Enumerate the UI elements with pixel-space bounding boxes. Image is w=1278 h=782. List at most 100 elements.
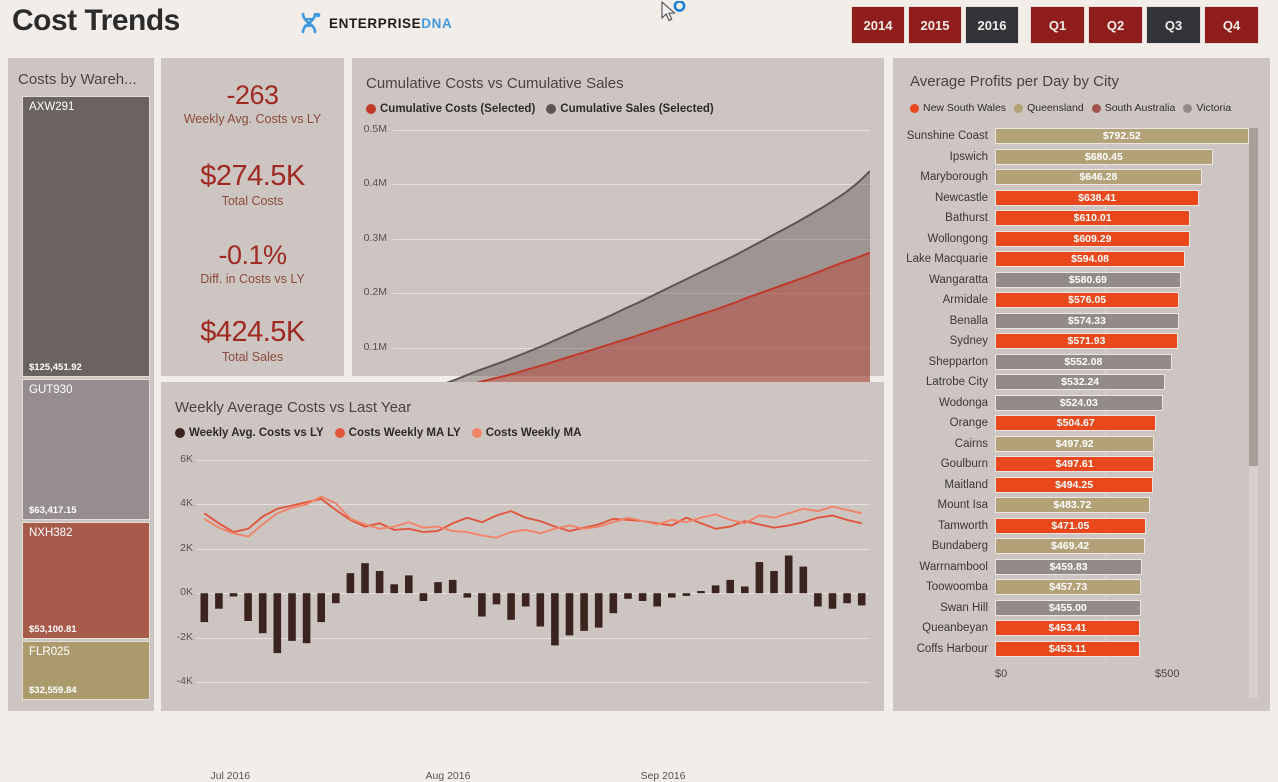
year-option-2014[interactable]: 2014 — [851, 6, 905, 44]
legend-item[interactable]: Costs Weekly MA — [471, 427, 581, 439]
quarter-slicer[interactable]: Q1 Q2 Q3 Q4 — [1030, 6, 1259, 44]
treemap-tile-value: $32,559.84 — [29, 684, 77, 696]
city-bar-row[interactable]: Maryborough $646.28 — [905, 167, 1251, 188]
city-bar-row[interactable]: Queanbeyan $453.41 — [905, 618, 1251, 639]
city-name: Warrnambool — [919, 560, 988, 573]
scrollbar-thumb[interactable] — [1249, 128, 1258, 466]
year-option-2015[interactable]: 2015 — [908, 6, 962, 44]
city-bar-row[interactable]: Bathurst $610.01 — [905, 208, 1251, 229]
city-bar[interactable]: $571.93 — [995, 333, 1179, 350]
weekly-chart-legend[interactable]: Weekly Avg. Costs vs LY Costs Weekly MA L… — [175, 427, 581, 439]
city-bar[interactable]: $497.61 — [995, 456, 1155, 473]
city-bar[interactable]: $457.73 — [995, 579, 1142, 596]
treemap-tile[interactable]: FLR025 $32,559.84 — [22, 641, 150, 700]
city-bar-row[interactable]: Latrobe City $532.24 — [905, 372, 1251, 393]
city-bar-row[interactable]: Cairns $497.92 — [905, 434, 1251, 455]
city-bar-row[interactable]: Lake Macquarie $594.08 — [905, 249, 1251, 270]
city-bar[interactable]: $646.28 — [995, 169, 1202, 186]
city-bar-row[interactable]: Wodonga $524.03 — [905, 393, 1251, 414]
legend-item[interactable]: Costs Weekly MA LY — [334, 427, 461, 439]
city-chart-scrollbar[interactable] — [1249, 128, 1258, 698]
city-bar[interactable]: $532.24 — [995, 374, 1166, 391]
legend-item[interactable]: New South Wales — [910, 102, 1006, 114]
treemap-chart[interactable]: AXW291 $125,451.92 GUT930 $63,417.15 NXH382 $… — [22, 96, 150, 700]
legend-label: Victoria — [1196, 102, 1232, 114]
treemap-tile[interactable]: NXH382 $53,100.81 — [22, 521, 150, 640]
city-bar-row[interactable]: Wollongong $609.29 — [905, 229, 1251, 250]
cumulative-chart-legend[interactable]: Cumulative Costs (Selected) Cumulative Sa… — [366, 103, 714, 115]
city-bar-row[interactable]: Swan Hill $455.00 — [905, 598, 1251, 619]
city-bar-row[interactable]: Goulburn $497.61 — [905, 454, 1251, 475]
legend-item[interactable]: Victoria — [1183, 102, 1231, 114]
quarter-option-Q4[interactable]: Q4 — [1204, 6, 1259, 44]
city-bar[interactable]: $471.05 — [995, 517, 1146, 534]
city-bar[interactable]: $574.33 — [995, 312, 1179, 329]
city-bar[interactable]: $594.08 — [995, 251, 1186, 268]
city-bar[interactable]: $504.67 — [995, 415, 1157, 432]
treemap-tile[interactable]: GUT930 $63,417.15 — [22, 379, 150, 520]
city-bar[interactable]: $455.00 — [995, 599, 1141, 616]
legend-item[interactable]: Cumulative Costs (Selected) — [366, 103, 535, 115]
city-bar[interactable]: $792.52 — [995, 128, 1249, 145]
city-bar-value: $792.52 — [1102, 130, 1141, 143]
city-bar-row[interactable]: Armidale $576.05 — [905, 290, 1251, 311]
treemap-tile[interactable]: AXW291 $125,451.92 — [22, 96, 150, 378]
treemap-tile-value: $53,100.81 — [29, 624, 77, 636]
legend-item[interactable]: South Australia — [1091, 102, 1175, 114]
city-bar-track: $457.73 — [995, 579, 1251, 596]
city-bar-row[interactable]: Orange $504.67 — [905, 413, 1251, 434]
city-bar[interactable]: $494.25 — [995, 476, 1154, 493]
city-bar-value: $580.69 — [1068, 273, 1107, 286]
year-option-2016[interactable]: 2016 — [965, 6, 1019, 44]
city-bar-track: $638.41 — [995, 189, 1251, 206]
treemap-title: Costs by Wareh... — [18, 71, 137, 88]
city-name: Mount Isa — [937, 499, 989, 512]
city-bar[interactable]: $469.42 — [995, 538, 1146, 555]
quarter-option-Q2[interactable]: Q2 — [1088, 6, 1143, 44]
city-name: Benalla — [949, 314, 988, 327]
city-bar[interactable]: $552.08 — [995, 353, 1172, 370]
legend-item[interactable]: Weekly Avg. Costs vs LY — [175, 427, 324, 439]
city-bar-row[interactable]: Warrnambool $459.83 — [905, 557, 1251, 578]
city-bar-row[interactable]: Sunshine Coast $792.52 — [905, 126, 1251, 147]
city-bar-row[interactable]: Toowoomba $457.73 — [905, 577, 1251, 598]
year-slicer[interactable]: 2014 2015 2016 — [851, 6, 1019, 44]
city-bar-row[interactable]: Coffs Harbour $453.11 — [905, 639, 1251, 660]
city-bar[interactable]: $453.11 — [995, 640, 1140, 657]
legend-color-dot — [334, 428, 345, 438]
city-bar[interactable]: $576.05 — [995, 292, 1180, 309]
city-bar-row[interactable]: Shepparton $552.08 — [905, 352, 1251, 373]
page-title: Cost Trends — [12, 4, 180, 37]
city-bar[interactable]: $638.41 — [995, 189, 1200, 206]
city-bar-row[interactable]: Maitland $494.25 — [905, 475, 1251, 496]
legend-item[interactable]: Queensland — [1014, 102, 1084, 114]
city-name: Ipswich — [949, 150, 988, 163]
city-chart-legend[interactable]: New South Wales Queensland South Australia… — [910, 102, 1231, 114]
city-bar[interactable]: $680.45 — [995, 148, 1213, 165]
city-bar[interactable]: $483.72 — [995, 497, 1150, 514]
city-bar-row[interactable]: Benalla $574.33 — [905, 311, 1251, 332]
city-bar[interactable]: $610.01 — [995, 210, 1191, 227]
city-bar-row[interactable]: Mount Isa $483.72 — [905, 495, 1251, 516]
city-bar-row[interactable]: Sydney $571.93 — [905, 331, 1251, 352]
city-bar-row[interactable]: Ipswich $680.45 — [905, 147, 1251, 168]
city-name: Queanbeyan — [922, 622, 988, 635]
city-bar[interactable]: $459.83 — [995, 558, 1143, 575]
city-name: Swan Hill — [940, 601, 988, 614]
city-bar-row[interactable]: Tamworth $471.05 — [905, 516, 1251, 537]
city-bar-row[interactable]: Newcastle $638.41 — [905, 188, 1251, 209]
city-name: Orange — [949, 417, 988, 430]
legend-item[interactable]: Cumulative Sales (Selected) — [546, 103, 714, 115]
quarter-option-Q3[interactable]: Q3 — [1146, 6, 1201, 44]
city-bar[interactable]: $580.69 — [995, 271, 1181, 288]
city-name: Coffs Harbour — [916, 642, 988, 655]
city-bar-row[interactable]: Bundaberg $469.42 — [905, 536, 1251, 557]
city-bar[interactable]: $453.41 — [995, 620, 1141, 637]
city-bar[interactable]: $524.03 — [995, 394, 1163, 411]
city-bar[interactable]: $497.92 — [995, 435, 1155, 452]
quarter-option-Q1[interactable]: Q1 — [1030, 6, 1085, 44]
city-name: Wangaratta — [928, 273, 988, 286]
city-bar-row[interactable]: Wangaratta $580.69 — [905, 270, 1251, 291]
city-bar[interactable]: $609.29 — [995, 230, 1190, 247]
city-bar-value: $576.05 — [1068, 294, 1107, 307]
